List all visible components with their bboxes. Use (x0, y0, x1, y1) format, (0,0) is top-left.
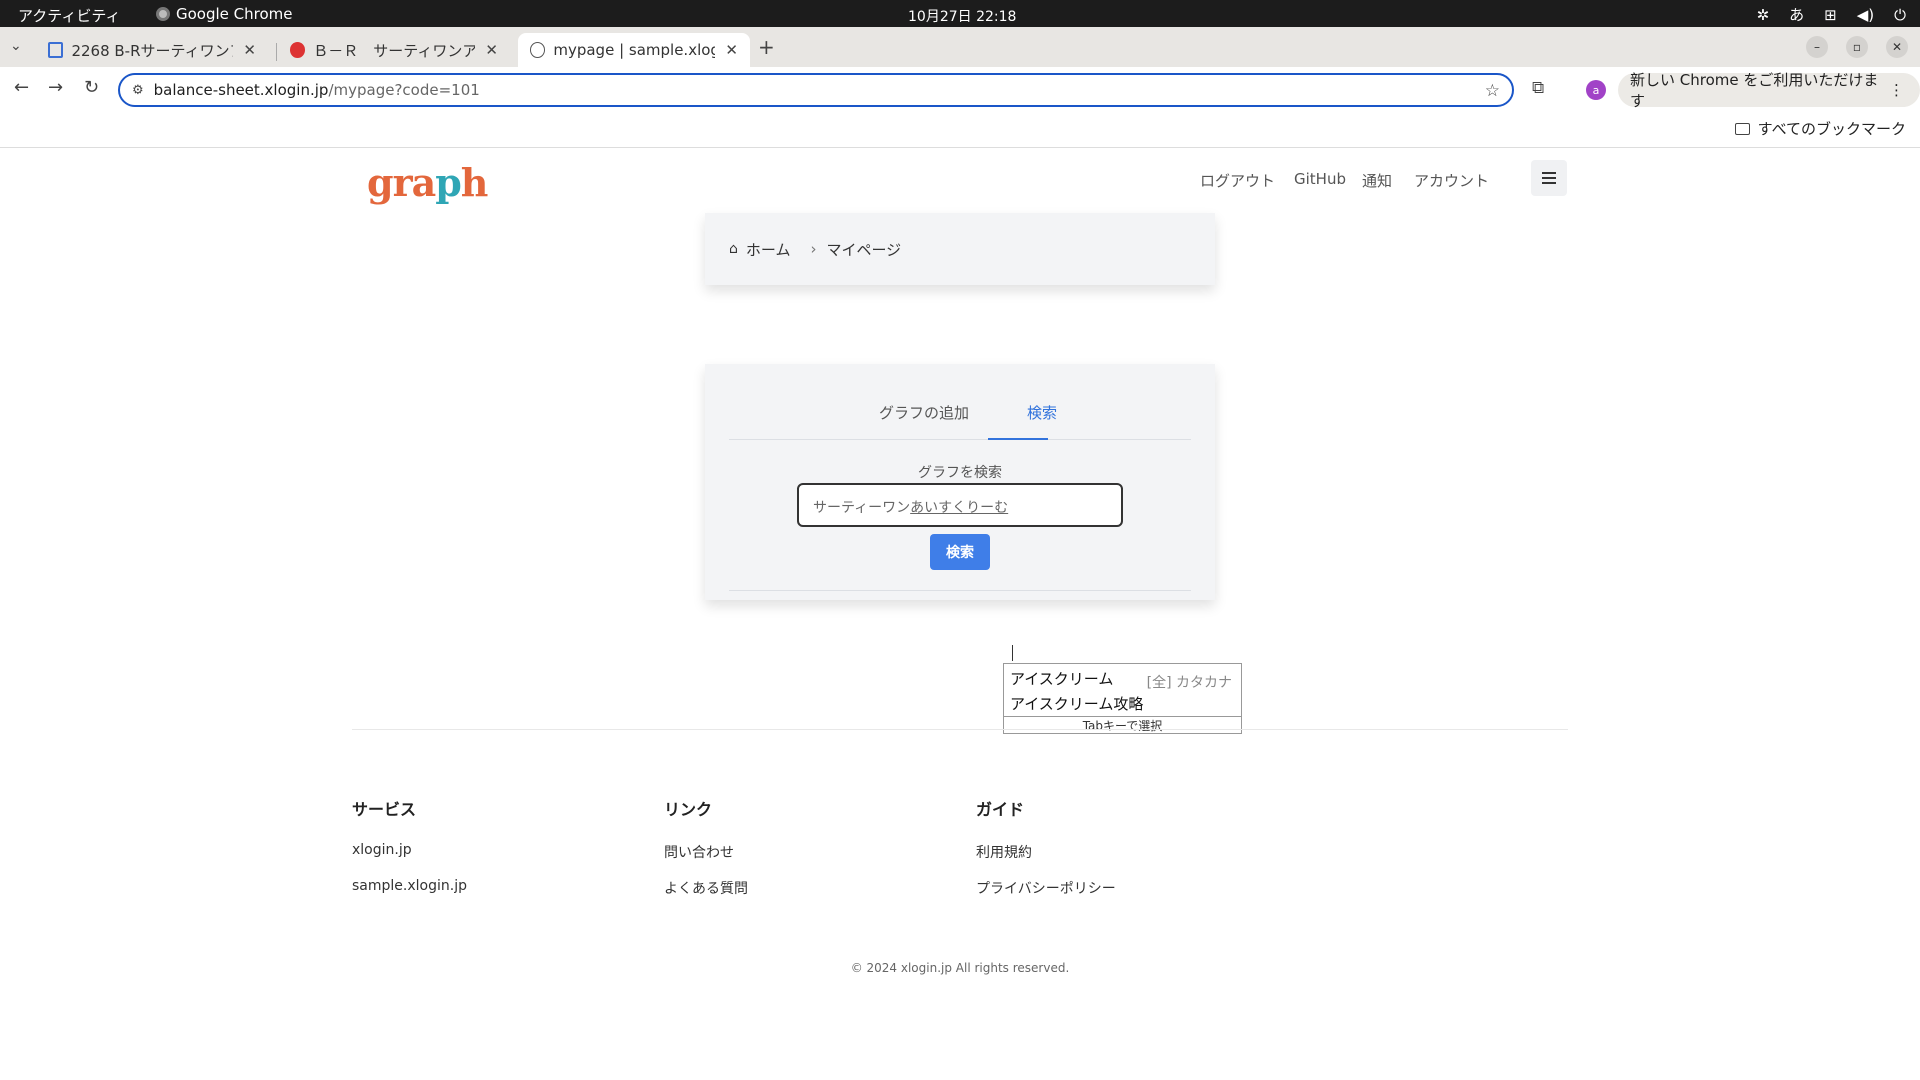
search-field-label: グラフを検索 (918, 465, 1002, 481)
graph-search-input[interactable]: サーティーワンあいすくりーむ (797, 483, 1123, 527)
nav-account-link[interactable]: アカウント (1414, 170, 1489, 191)
breadcrumb-current: マイページ (826, 240, 902, 259)
logo-text-3: h (460, 160, 489, 205)
ime-hint: Tabキーで選択 (1004, 716, 1241, 734)
hamburger-menu-icon[interactable] (1531, 160, 1567, 196)
web-page: graph ログアウト GitHub 通知 アカウント ⌂ ホーム › マイペー… (0, 148, 1920, 1080)
chart-favicon-icon (48, 42, 64, 58)
network-icon[interactable]: ⊞ (1824, 6, 1837, 24)
copyright: © 2024 xlogin.jp All rights reserved. (850, 961, 1070, 975)
browser-tab-1[interactable]: 2268 B-Rサーティワンア ✕ (36, 33, 268, 67)
back-arrow-icon[interactable]: ← (14, 77, 29, 98)
divider (729, 590, 1191, 591)
tab-search-chevron-icon[interactable]: ⌄ (10, 38, 22, 54)
site-logo[interactable]: graph (367, 160, 489, 205)
close-icon[interactable]: ✕ (243, 41, 256, 59)
logo-text-2: p (435, 160, 462, 205)
ime-candidate-window: アイスクリーム [全] カタカナ アイスクリーム攻略 Tabキーで選択 (1003, 663, 1242, 734)
clock[interactable]: 10月27日 22:18 (908, 6, 1016, 26)
browser-tab-2[interactable]: Ｂ－Ｒ サーティワンア ✕ (278, 33, 510, 67)
address-bar[interactable]: ⚙ balance-sheet.xlogin.jp /mypage?code=1… (118, 73, 1514, 107)
footer-link-faq[interactable]: よくある質問 (664, 878, 748, 898)
app-name: Google Chrome (176, 5, 293, 23)
logo-text-1: gra (367, 160, 436, 205)
extensions-puzzle-icon[interactable]: ⧉ (1532, 78, 1544, 98)
all-bookmarks-button[interactable]: すべてのブックマーク (1734, 118, 1906, 139)
nav-github-link[interactable]: GitHub (1294, 170, 1346, 188)
search-input-text: サーティーワン (813, 500, 911, 516)
close-icon[interactable]: ✕ (725, 41, 738, 59)
url-host: balance-sheet.xlogin.jp (153, 81, 329, 99)
footer-divider (352, 729, 1568, 730)
breadcrumb: ⌂ ホーム › マイページ (705, 213, 1215, 285)
candidate-type-hint: [全] カタカナ (1146, 675, 1232, 691)
footer-links-title: リンク (664, 800, 713, 819)
footer-guide-title: ガイド (976, 800, 1025, 819)
breadcrumb-home-link[interactable]: ホーム (746, 239, 791, 260)
chrome-icon (156, 7, 170, 21)
nav-notifications-link[interactable]: 通知 (1362, 170, 1392, 191)
folder-icon (1734, 122, 1750, 135)
tab-title: Ｂ－Ｒ サーティワンア (313, 41, 476, 60)
panel-tabs: グラフの追加 検索 (729, 364, 1191, 440)
globe-favicon-icon (530, 42, 546, 58)
ime-candidate-1[interactable]: アイスクリーム [全] カタカナ (1010, 668, 1236, 691)
volume-icon[interactable]: ◀) (1857, 6, 1874, 24)
tab-strip: ⌄ 2268 B-Rサーティワンア ✕ Ｂ－Ｒ サーティワンア ✕ mypage… (0, 27, 1920, 67)
update-chip-label: 新しい Chrome をご利用いただけます (1630, 71, 1879, 110)
restore-icon[interactable]: ▫ (1846, 36, 1868, 58)
footer-services-title: サービス (352, 800, 417, 819)
tab-title: 2268 B-Rサーティワンア (71, 41, 234, 60)
tab-add-graph[interactable]: グラフの追加 (879, 402, 969, 423)
reload-icon[interactable]: ↻ (84, 77, 99, 98)
br-favicon-icon (290, 42, 306, 58)
site-info-icon[interactable]: ⚙ (132, 83, 144, 98)
footer-link-contact[interactable]: 問い合わせ (664, 842, 734, 862)
system-tray[interactable]: ✲ あ ⊞ ◀) ⏻ (1757, 4, 1906, 25)
tab-divider (276, 43, 277, 61)
ime-candidate-2[interactable]: アイスクリーム攻略 (1010, 693, 1143, 714)
footer-link-terms[interactable]: 利用規約 (976, 842, 1032, 862)
all-bookmarks-label: すべてのブックマーク (1757, 120, 1906, 138)
browser-tab-3-active[interactable]: mypage | sample.xlogin.j ✕ (518, 33, 750, 67)
new-tab-plus-icon[interactable]: + (758, 35, 775, 59)
candidate-text: アイスクリーム (1010, 670, 1114, 688)
tab-search[interactable]: 検索 (1027, 402, 1057, 423)
forward-arrow-icon[interactable]: → (48, 77, 63, 98)
home-icon: ⌂ (729, 241, 738, 257)
nav-logout-link[interactable]: ログアウト (1200, 170, 1275, 191)
minimize-icon[interactable]: – (1806, 36, 1828, 58)
ime-composition-text: あいすくりーむ (910, 500, 1009, 516)
tab-title: mypage | sample.xlogin.j (553, 41, 716, 59)
footer-link-xlogin[interactable]: xlogin.jp (352, 842, 412, 858)
chrome-update-button[interactable]: 新しい Chrome をご利用いただけます ⋮ (1618, 71, 1920, 110)
url-path: /mypage?code=101 (328, 81, 480, 99)
activities-button[interactable]: アクティビティ (18, 5, 120, 26)
bookmark-star-icon[interactable]: ☆ (1485, 81, 1500, 101)
power-icon[interactable]: ⏻ (1894, 6, 1906, 24)
footer-link-sample[interactable]: sample.xlogin.jp (352, 878, 467, 894)
graph-panel: グラフの追加 検索 グラフを検索 サーティーワンあいすくりーむ 検索 (705, 364, 1215, 600)
text-cursor-icon (1012, 645, 1013, 661)
footer-link-privacy[interactable]: プライバシーポリシー (976, 878, 1116, 898)
window-close-icon[interactable]: ✕ (1886, 36, 1908, 58)
system-top-bar: アクティビティ Google Chrome 10月27日 22:18 ✲ あ ⊞… (0, 0, 1920, 27)
kebab-menu-icon[interactable]: ⋮ (1889, 81, 1904, 99)
ime-indicator[interactable]: あ (1789, 4, 1804, 25)
profile-avatar[interactable]: a (1586, 80, 1606, 100)
close-icon[interactable]: ✕ (485, 41, 498, 59)
chevron-right-icon: › (810, 240, 817, 258)
color-picker-icon[interactable]: ✲ (1757, 6, 1770, 24)
app-menu[interactable]: Google Chrome (156, 5, 293, 23)
active-tab-indicator (988, 438, 1048, 440)
search-button[interactable]: 検索 (930, 534, 990, 570)
bookmarks-bar: すべてのブックマーク (0, 111, 1920, 148)
